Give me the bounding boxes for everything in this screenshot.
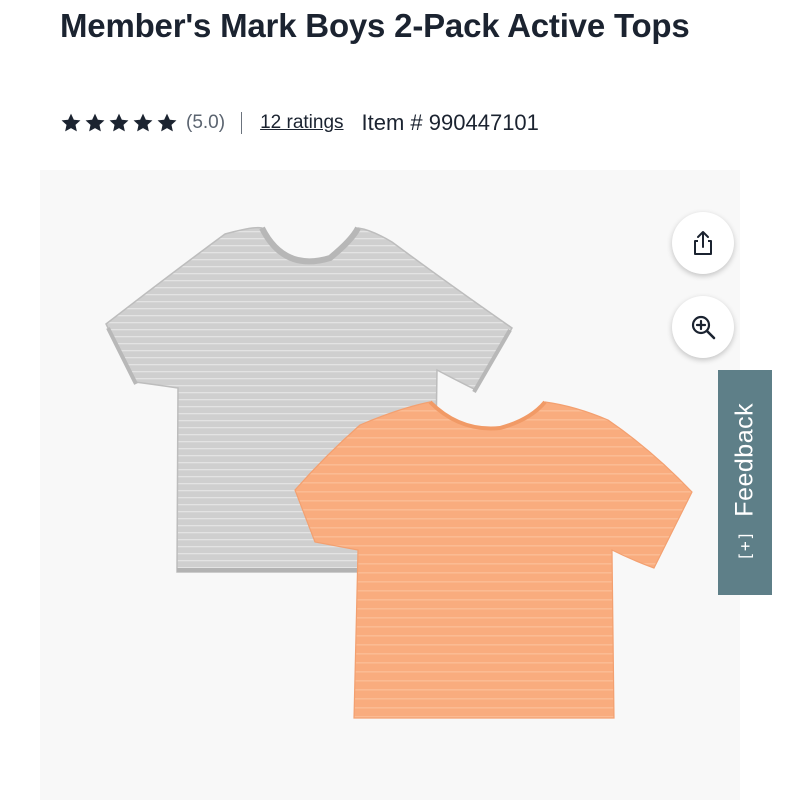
rating-score: (5.0) (186, 112, 226, 133)
share-button[interactable] (672, 212, 734, 274)
feedback-icon: [+] (735, 530, 755, 562)
star-rating[interactable] (60, 112, 178, 134)
ratings-link[interactable]: 12 ratings (260, 112, 343, 134)
zoom-button[interactable] (672, 296, 734, 358)
star-icon (61, 113, 81, 132)
share-icon (694, 231, 712, 255)
divider (241, 112, 243, 134)
star-icon (109, 113, 129, 132)
feedback-tab[interactable]: [+] Feedback (718, 370, 772, 595)
feedback-label: Feedback (730, 402, 759, 517)
product-meta: (5.0) 12 ratings Item # 990447101 (60, 108, 539, 138)
star-icon (133, 113, 153, 132)
star-icon (157, 113, 177, 132)
product-image[interactable] (40, 170, 740, 800)
zoom-in-icon (691, 315, 716, 340)
item-number: Item # 990447101 (361, 110, 539, 135)
star-icon (85, 113, 105, 132)
product-photo (105, 226, 693, 719)
product-title: Member's Mark Boys 2-Pack Active Tops (60, 7, 690, 44)
